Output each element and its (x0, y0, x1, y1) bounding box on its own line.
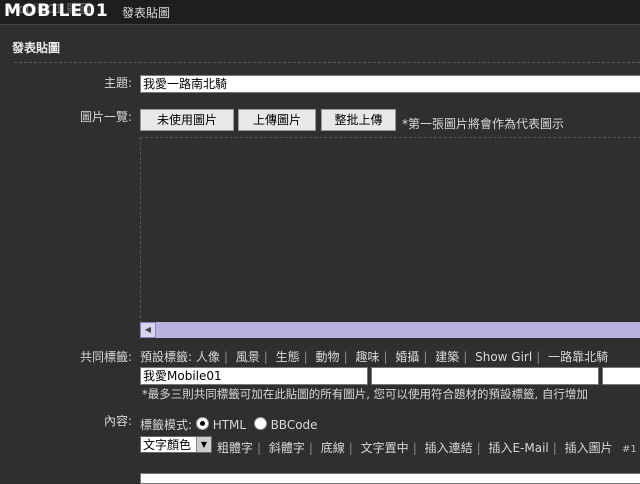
text-color-select-value: 文字顏色 (143, 438, 192, 452)
preset-tag[interactable]: Show Girl (475, 350, 532, 364)
site-logo[interactable]: MOBILE01 (4, 1, 109, 21)
content-label: 內容: (103, 414, 132, 428)
image-list-area[interactable] (140, 137, 640, 323)
preset-tag[interactable]: 趣味 (355, 350, 379, 364)
breadcrumb-current: 發表貼圖 (122, 6, 171, 20)
format-toolbar: 粗體字 | 斜體字 | 底線 | 文字置中 | 插入連結 | 插入E-Mail | 插入圖片 (217, 441, 613, 455)
divider (14, 62, 640, 63)
batch-upload-button[interactable]: 整批上傳 (321, 109, 396, 131)
preset-tags-label: 預設標籤: (140, 350, 193, 364)
preset-tag[interactable]: 生態 (276, 350, 300, 364)
scroll-left-icon[interactable]: ◀ (140, 322, 156, 338)
tag-mode-label: 標籤模式: (140, 418, 193, 432)
preset-tag[interactable]: 婚攝 (395, 350, 419, 364)
top-bar: Mobile01 貼圖 MOBILE01 發表貼圖 (0, 0, 640, 24)
upload-image-button[interactable]: 上傳圖片 (238, 109, 316, 131)
unused-images-button[interactable]: 未使用圖片 (140, 109, 234, 131)
tags-note: *最多三則共同標籤可加在此貼圖的所有圖片, 您可以使用符合題材的預設標籤, 自行… (142, 387, 588, 401)
bbcode-radio[interactable] (253, 417, 267, 430)
images-note: *第一張圖片將會作為代表圖示 (402, 117, 565, 131)
preset-tag[interactable]: 風景 (236, 350, 260, 364)
horizontal-scrollbar[interactable]: ◀ (140, 322, 640, 338)
tag-input-1[interactable]: 我愛Mobile01 (140, 367, 368, 385)
insert-link-button[interactable]: 插入連結 (425, 441, 473, 455)
preset-tag[interactable]: 動物 (316, 350, 340, 364)
tag-input-2[interactable] (371, 367, 599, 385)
preset-tag[interactable]: 人像 (196, 350, 220, 364)
italic-button[interactable]: 斜體字 (269, 441, 305, 455)
page-marker: #1 (622, 444, 637, 455)
images-label: 圖片一覽: (79, 110, 132, 124)
content-editor[interactable] (140, 473, 640, 484)
tag-input-3[interactable] (602, 367, 640, 385)
bbcode-radio-label[interactable]: BBCode (271, 418, 318, 432)
tags-label: 共同標籤: (79, 350, 132, 364)
subject-label: 主題: (103, 76, 132, 90)
insert-image-button[interactable]: 插入圖片 (565, 441, 613, 455)
underline-button[interactable]: 底線 (321, 441, 345, 455)
tag-mode: 標籤模式: HTML BBCode (140, 416, 318, 433)
subject-input[interactable]: 我愛一路南北騎 (140, 75, 640, 93)
preset-tag[interactable]: 建築 (435, 350, 459, 364)
preset-tags: 預設標籤: 人像 | 風景 | 生態 | 動物 | 趣味 | 婚攝 | 建築 | Show G… (140, 350, 609, 364)
html-radio-label[interactable]: HTML (213, 418, 246, 432)
bold-button[interactable]: 粗體字 (217, 441, 253, 455)
chevron-down-icon[interactable]: ▼ (196, 437, 211, 452)
center-text-button[interactable]: 文字置中 (361, 441, 409, 455)
preset-tag[interactable]: 一路靠北騎 (548, 350, 608, 364)
text-color-select[interactable]: 文字顏色 ▼ (140, 436, 212, 453)
html-radio[interactable] (195, 417, 209, 430)
insert-email-button[interactable]: 插入E-Mail (488, 441, 548, 455)
panel-title: 發表貼圖 (12, 41, 61, 55)
